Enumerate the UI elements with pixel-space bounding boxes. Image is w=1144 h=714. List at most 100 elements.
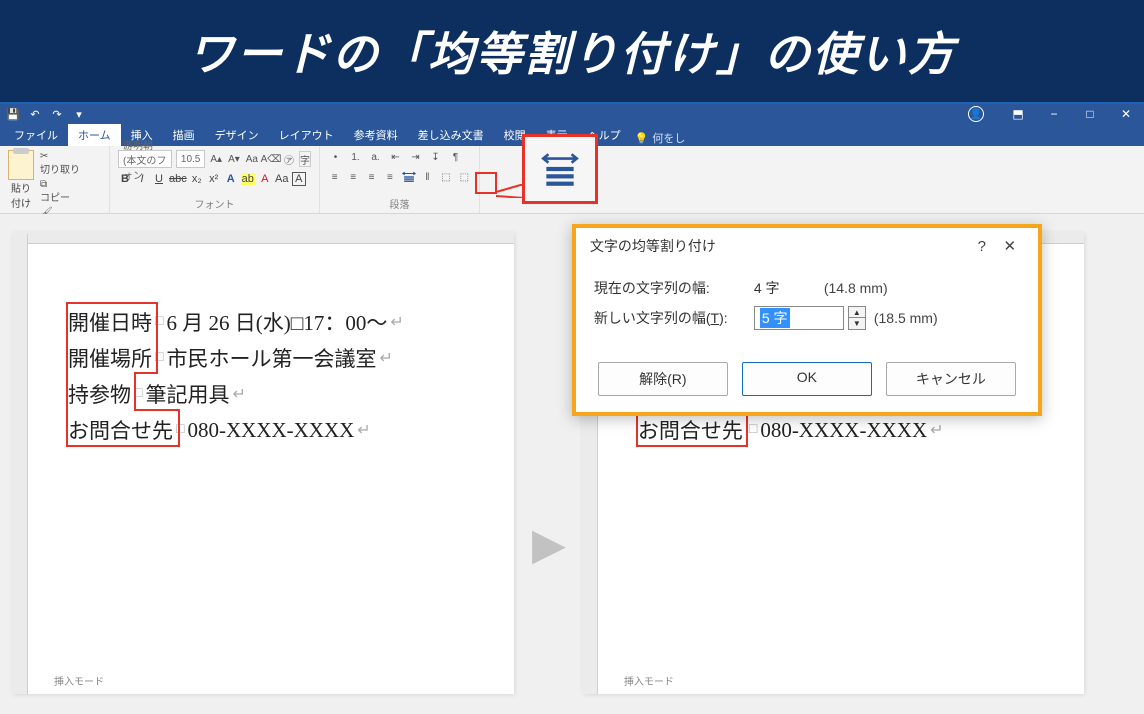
return-mark-icon: ↵ <box>387 312 403 332</box>
tell-me-search[interactable]: 💡 何をし <box>635 130 686 146</box>
tutorial-title-banner: ワードの「均等割り付け」の使い方 <box>0 0 1144 102</box>
dialog-close-button[interactable]: ✕ <box>996 237 1024 255</box>
font-color-button[interactable]: A <box>258 173 272 185</box>
align-right-button[interactable]: ≡ <box>365 170 378 185</box>
current-width-mm: (14.8 mm) <box>824 280 888 296</box>
bullets-button[interactable]: • <box>328 150 343 165</box>
dialog-help-button[interactable]: ? <box>968 238 996 255</box>
ok-button[interactable]: OK <box>742 362 872 396</box>
ribbon: 貼り付け ✂ 切り取り ⧉ コピー 🖌 書式のコピー/貼り付け クリップボード … <box>0 146 1144 214</box>
line2-value: 市民ホール第一会議室 <box>166 343 376 373</box>
return-mark-icon: ↵ <box>229 384 245 404</box>
decrease-indent-button[interactable]: ⇤ <box>388 150 403 165</box>
distribute-text-icon <box>402 170 416 184</box>
superscript-button[interactable]: x² <box>207 173 221 185</box>
before-after-arrow-icon: ▶ <box>524 519 574 570</box>
new-width-spinner[interactable]: ▲ ▼ <box>848 306 866 330</box>
highlight-button[interactable]: ab <box>241 173 255 185</box>
tab-home[interactable]: ホーム <box>68 124 121 146</box>
italic-button[interactable]: I <box>135 173 149 185</box>
close-button[interactable]: ✕ <box>1108 104 1144 124</box>
multilevel-button[interactable]: a. <box>368 150 383 165</box>
cancel-button[interactable]: キャンセル <box>886 362 1016 396</box>
line2-label: 開催場所 <box>68 347 152 371</box>
line1-label: 開催日時 <box>68 311 152 335</box>
horizontal-ruler[interactable] <box>14 232 514 244</box>
line4-value: 080-XXXX-XXXX <box>760 418 927 443</box>
distribute-icon-callout <box>522 134 598 204</box>
user-avatar-icon[interactable]: 👤 <box>968 106 984 122</box>
spinner-up-icon[interactable]: ▲ <box>849 307 865 318</box>
doc-line-1: 開催日時 □ 6 月 26 日(水)□17：00～ ↵ <box>68 304 490 340</box>
font-name-combo[interactable]: 游明朝 (本文のフォン <box>118 150 172 168</box>
doc-line-2: 開催場所 □ 市民ホール第一会議室 ↵ <box>68 340 490 376</box>
line4-label: お問合せ先 <box>68 419 173 443</box>
grow-font-icon[interactable]: A▴ <box>209 151 223 167</box>
qat-dropdown-icon[interactable]: ▾ <box>72 107 86 121</box>
word-titlebar: 💾 ↶ ↷ ▾ 👤 ⬒ − □ ✕ <box>0 104 1144 124</box>
tab-mailmerge[interactable]: 差し込み文書 <box>408 124 494 146</box>
dialog-title: 文字の均等割り付け <box>590 236 968 256</box>
status-bar-right: 挿入モード <box>584 671 714 690</box>
page-before-col: 開催日時 □ 6 月 26 日(水)□17：00～ ↵ 開催場所 □ 市民ホール… <box>14 234 514 694</box>
doc-line-4: お問合せ先 □ 080-XXXX-XXXX ↵ <box>68 412 490 448</box>
cut-button[interactable]: ✂ 切り取り <box>40 150 101 178</box>
char-shading-button[interactable]: Aa <box>275 173 289 185</box>
line3-label: 持参物 <box>68 383 131 407</box>
spinner-down-icon[interactable]: ▼ <box>849 318 865 329</box>
ribbon-display-options-button[interactable]: ⬒ <box>1000 104 1036 124</box>
underline-button[interactable]: U <box>152 173 166 185</box>
phonetic-guide-icon[interactable]: ㋐ <box>283 151 295 167</box>
clear-format-icon[interactable]: A⌫ <box>263 151 279 167</box>
doc-line-3: 持参物 □ 筆記用具 ↵ <box>68 376 490 412</box>
font-group-label: フォント <box>118 194 311 211</box>
ribbon-group-font: 游明朝 (本文のフォン 10.5 A▴ A▾ Aa A⌫ ㋐ 字 B I U a… <box>110 146 320 213</box>
tab-draw[interactable]: 描画 <box>163 124 205 146</box>
new-width-input[interactable]: 5 字 <box>754 306 844 330</box>
save-icon[interactable]: 💾 <box>6 107 20 121</box>
lightbulb-icon: 💡 <box>635 132 649 145</box>
return-mark-icon: ↵ <box>376 348 392 368</box>
document-area: 開催日時 □ 6 月 26 日(水)□17：00～ ↵ 開催場所 □ 市民ホール… <box>0 214 1144 714</box>
distribute-text-button[interactable] <box>402 169 416 185</box>
bold-button[interactable]: B <box>118 173 132 185</box>
tab-mark-icon: □ <box>173 422 187 438</box>
undo-icon[interactable]: ↶ <box>28 107 42 121</box>
char-border-button[interactable]: A <box>292 172 306 186</box>
text-effects-button[interactable]: A <box>224 173 238 185</box>
numbering-button[interactable]: 1. <box>348 150 363 165</box>
strike-button[interactable]: abc <box>169 173 187 185</box>
line3-value: 筆記用具 <box>145 379 229 409</box>
page-before[interactable]: 開催日時 □ 6 月 26 日(水)□17：00～ ↵ 開催場所 □ 市民ホール… <box>14 234 514 694</box>
borders-button[interactable]: ⬚ <box>458 170 471 185</box>
show-marks-button[interactable]: ¶ <box>448 150 463 165</box>
current-width-label: 現在の文字列の幅: <box>594 278 754 298</box>
new-width-label: 新しい文字列の幅(T): <box>594 308 754 328</box>
tab-layout[interactable]: レイアウト <box>269 124 344 146</box>
minimize-button[interactable]: − <box>1036 104 1072 124</box>
tab-references[interactable]: 参考資料 <box>344 124 408 146</box>
increase-indent-button[interactable]: ⇥ <box>408 150 423 165</box>
redo-icon[interactable]: ↷ <box>50 107 64 121</box>
tab-file[interactable]: ファイル <box>4 124 68 146</box>
font-size-combo[interactable]: 10.5 <box>176 150 205 168</box>
maximize-button[interactable]: □ <box>1072 104 1108 124</box>
align-center-button[interactable]: ≡ <box>346 170 359 185</box>
justify-button[interactable]: ≡ <box>383 170 396 185</box>
subscript-button[interactable]: x₂ <box>190 173 204 185</box>
line-spacing-button[interactable]: ‖ <box>421 170 434 185</box>
copy-button[interactable]: ⧉ コピー <box>40 178 101 206</box>
vertical-ruler[interactable] <box>12 234 28 694</box>
tab-design[interactable]: デザイン <box>205 124 269 146</box>
shrink-font-icon[interactable]: A▾ <box>227 151 241 167</box>
paragraph-group-label: 段落 <box>328 194 471 211</box>
remove-button[interactable]: 解除(R) <box>598 362 728 396</box>
paste-button[interactable]: 貼り付け <box>8 150 34 210</box>
shading-button[interactable]: ⬚ <box>439 170 452 185</box>
change-case-icon[interactable]: Aa <box>245 151 259 167</box>
line1-value: 6 月 26 日(水)□17：00～ <box>166 307 387 337</box>
enclose-char-icon[interactable]: 字 <box>299 151 311 167</box>
tab-mark-icon: □ <box>131 386 145 402</box>
sort-button[interactable]: ↧ <box>428 150 443 165</box>
align-left-button[interactable]: ≡ <box>328 170 341 185</box>
